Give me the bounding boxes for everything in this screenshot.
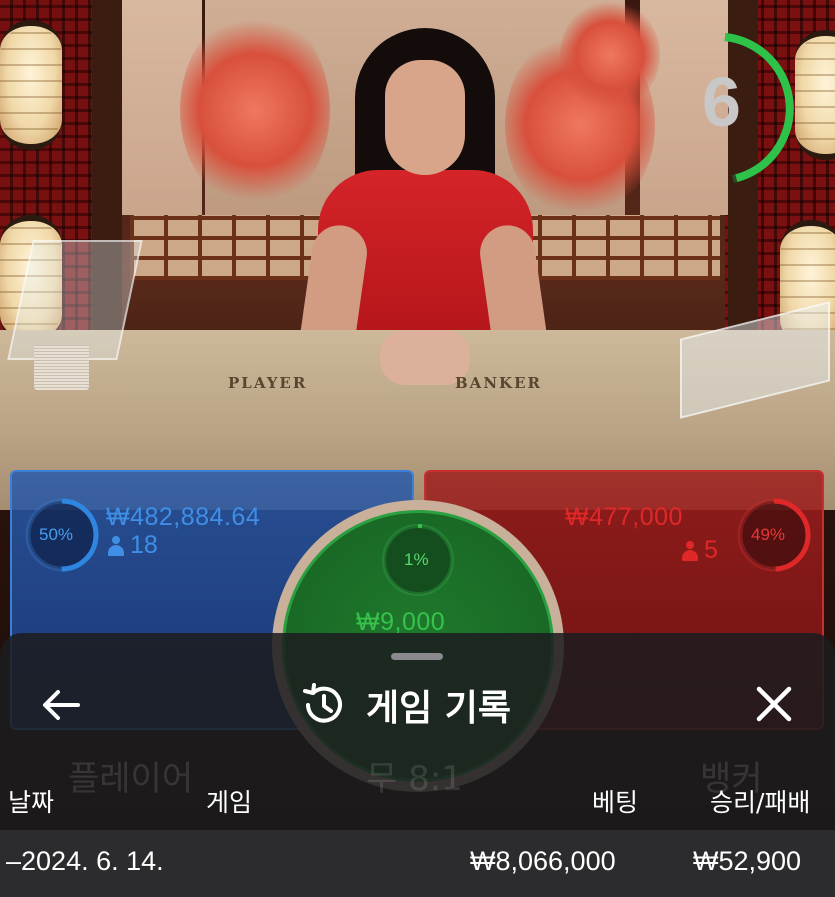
column-header-result[interactable]: 승리/패배 <box>710 783 810 819</box>
back-button[interactable] <box>36 683 86 727</box>
player-bet-amount: ₩482,884.64 <box>106 503 261 531</box>
faded-label-player: 플레이어 <box>68 759 194 799</box>
table-label-player: PLAYER <box>228 374 308 392</box>
row-bet: ₩8,066,000 <box>470 846 616 876</box>
column-header-bet[interactable]: 베팅 <box>592 783 638 819</box>
column-header-date[interactable]: 날짜 <box>8 783 54 819</box>
blossom-decoration <box>560 0 660 110</box>
close-button[interactable] <box>749 681 799 729</box>
tie-percent: 1% <box>404 550 429 569</box>
player-percent: 50% <box>39 525 74 544</box>
sheet-header: 게임 기록 <box>0 673 835 737</box>
back-arrow-icon <box>43 690 80 720</box>
table-label-banker: BANKER <box>455 374 542 392</box>
row-date: –2024. 6. 14. <box>6 846 164 876</box>
lantern <box>0 20 62 150</box>
player-bettor-count: 18 <box>108 531 158 560</box>
person-icon <box>682 540 698 561</box>
sheet-title-text: 게임 기록 <box>366 688 512 729</box>
table-row[interactable]: –2024. 6. 14. ₩8,066,000 ₩52,900 <box>0 830 835 897</box>
banker-bettor-count: 5 <box>682 536 718 565</box>
banker-percent: 49% <box>751 525 786 544</box>
banker-bet-amount: ₩477,000 <box>565 503 683 531</box>
banker-bettor-count-value: 5 <box>704 536 718 564</box>
column-header-game[interactable]: 게임 <box>206 783 252 819</box>
game-history-sheet: 플레이어 무 8:1 뱅커 게임 기록 날짜 게임 베팅 승리/패배 –2024… <box>0 633 835 897</box>
blossom-decoration <box>180 10 330 210</box>
close-icon <box>756 686 792 722</box>
person-icon <box>108 535 124 556</box>
card-deck <box>34 345 89 390</box>
faded-label-tie: 무 8:1 <box>366 759 463 799</box>
player-bettor-count-value: 18 <box>130 531 158 559</box>
row-result: ₩52,900 <box>693 846 802 876</box>
sheet-drag-handle[interactable] <box>391 653 443 660</box>
lantern <box>795 30 835 160</box>
sheet-title: 게임 기록 <box>300 679 511 731</box>
countdown-timer: 6 <box>702 63 741 141</box>
history-clock-icon <box>303 683 342 723</box>
dealer-face <box>385 60 465 175</box>
